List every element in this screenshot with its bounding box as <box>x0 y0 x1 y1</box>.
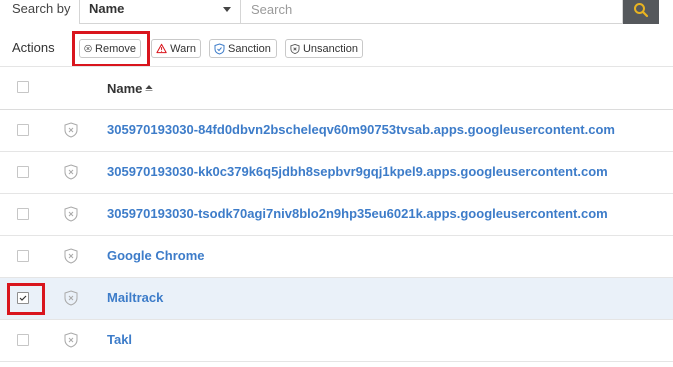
unsanction-button-label: Unsanction <box>302 42 358 55</box>
shield-x-icon <box>64 248 78 264</box>
shield-check-icon <box>214 42 225 55</box>
app-name-link[interactable]: Google Chrome <box>107 248 205 263</box>
row-checkbox[interactable] <box>17 334 29 346</box>
shield-x-icon <box>64 332 78 348</box>
shield-x-icon <box>64 164 78 180</box>
search-by-label: Search by <box>12 1 71 16</box>
app-name-link[interactable]: 305970193030-84fd0dbvn2bscheleqv60m90753… <box>107 122 615 137</box>
sanction-button[interactable]: Sanction <box>209 39 277 58</box>
table-row[interactable]: 305970193030-tsodk70agi7niv8blo2n9hp35eu… <box>0 194 673 236</box>
search-field-select[interactable]: Name <box>79 0 241 24</box>
search-button[interactable] <box>623 0 659 24</box>
table-header: Name <box>0 66 673 110</box>
select-all-checkbox[interactable] <box>17 81 29 93</box>
shield-x-icon <box>64 290 78 306</box>
table-row-selected[interactable]: Mailtrack <box>0 278 673 320</box>
search-icon <box>634 2 649 17</box>
row-checkbox[interactable] <box>17 124 29 136</box>
app-name-link[interactable]: Takl <box>107 332 132 347</box>
checkbox-highlight-box <box>7 283 45 315</box>
warning-triangle-icon <box>156 43 167 54</box>
table-row[interactable]: Google Chrome <box>0 236 673 278</box>
caret-down-icon <box>223 7 231 12</box>
remove-button-label: Remove <box>95 42 136 55</box>
search-bar: Search by Name <box>0 0 673 25</box>
remove-circle-icon <box>84 44 92 53</box>
warn-button[interactable]: Warn <box>151 39 201 58</box>
app-name-link[interactable]: 305970193030-tsodk70agi7niv8blo2n9hp35eu… <box>107 206 608 221</box>
shield-x-icon <box>64 122 78 138</box>
row-checkbox[interactable] <box>17 166 29 178</box>
unsanction-button[interactable]: Unsanction <box>285 39 363 58</box>
sanction-button-label: Sanction <box>228 42 271 55</box>
remove-button[interactable]: Remove <box>79 39 141 58</box>
search-field-value: Name <box>89 1 125 16</box>
warn-button-label: Warn <box>170 42 196 55</box>
search-input[interactable] <box>241 0 623 24</box>
name-column-header[interactable]: Name <box>107 81 153 96</box>
table-row[interactable]: Takl <box>0 320 673 362</box>
row-checkbox[interactable] <box>17 208 29 220</box>
shield-x-icon <box>290 43 300 54</box>
sort-ascending-icon <box>145 84 153 91</box>
table-row[interactable]: 305970193030-84fd0dbvn2bscheleqv60m90753… <box>0 110 673 152</box>
row-checkbox[interactable] <box>17 250 29 262</box>
shield-x-icon <box>64 206 78 222</box>
table-row[interactable]: 305970193030-kk0c379k6q5jdbh8sepbvr9gqj1… <box>0 152 673 194</box>
name-column-label: Name <box>107 81 143 96</box>
actions-label: Actions <box>12 40 55 55</box>
app-name-link[interactable]: 305970193030-kk0c379k6q5jdbh8sepbvr9gqj1… <box>107 164 608 179</box>
app-name-link[interactable]: Mailtrack <box>107 290 163 305</box>
